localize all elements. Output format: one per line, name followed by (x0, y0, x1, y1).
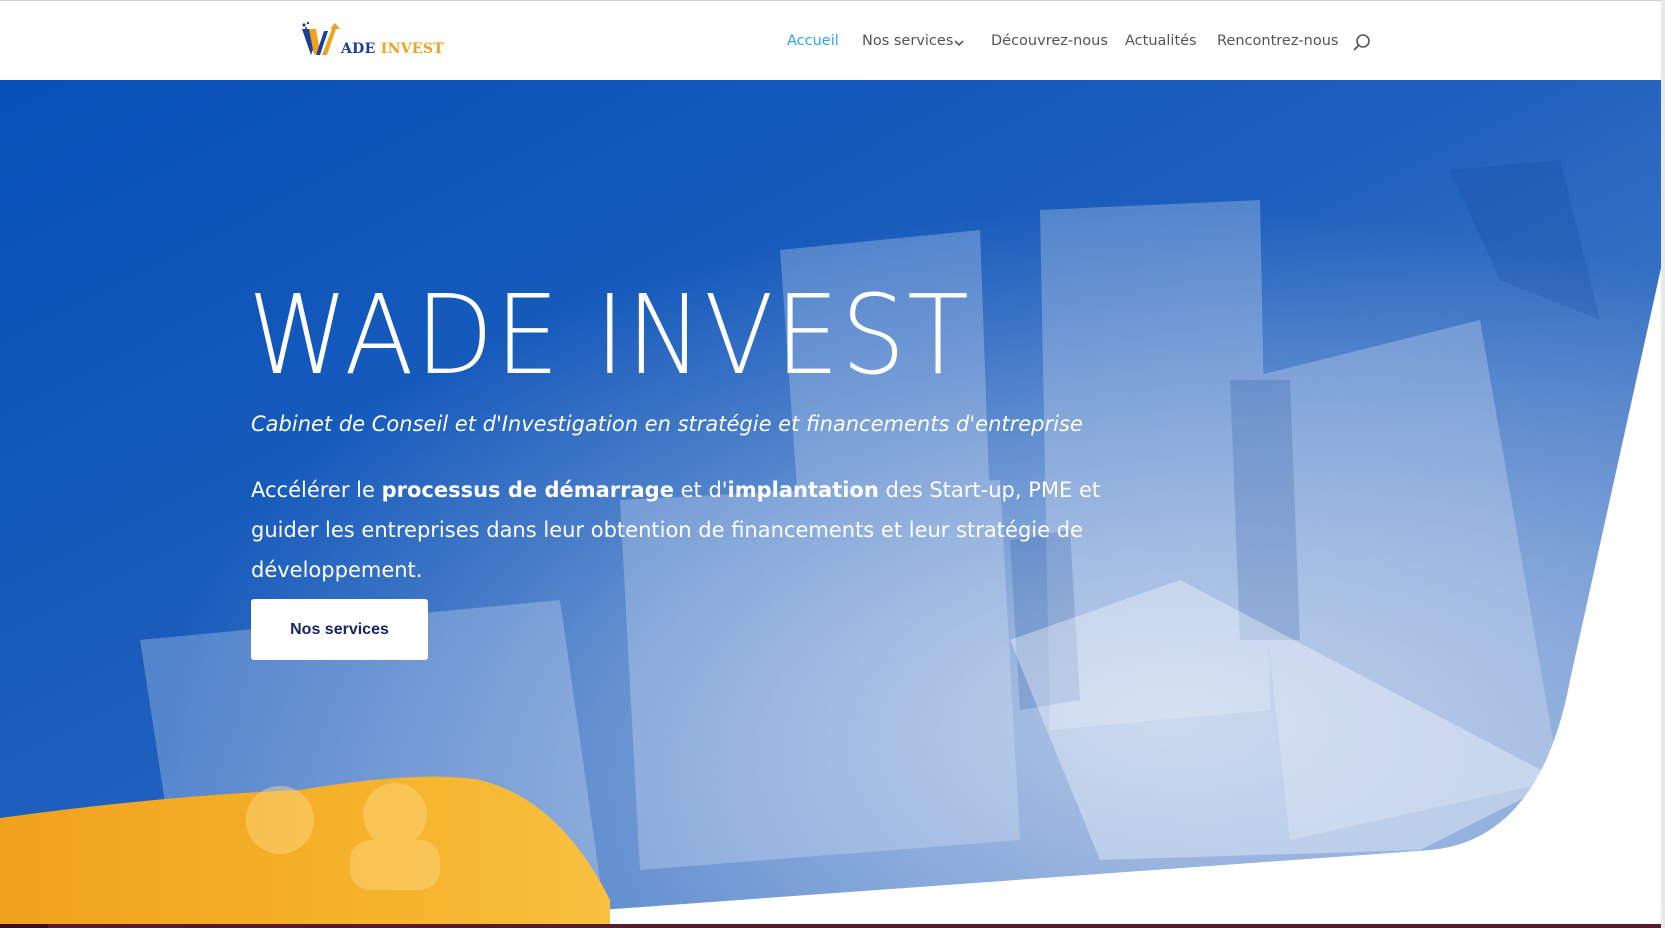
nav-item-accueil[interactable]: Accueil (787, 33, 839, 49)
nos-services-button[interactable]: Nos services (251, 599, 428, 660)
nav-item-actualites[interactable]: Actualités (1125, 33, 1197, 49)
site-logo[interactable]: ADE INVEST (300, 21, 444, 61)
site-header: ADE INVEST Accueil Nos services Découvre… (0, 0, 1665, 80)
hero-desc-part-2: et d' (673, 478, 728, 502)
hero-desc-bold-2: implantation (727, 478, 879, 502)
logo-text-ade: ADE (341, 41, 376, 57)
bottom-edge-bar (0, 924, 1665, 928)
nav-item-label: Nos services (862, 33, 954, 49)
logo-text-invest: INVEST (380, 41, 444, 57)
hero-section: WADE INVEST Cabinet de Conseil et d'Inve… (0, 80, 1665, 928)
nav-item-rencontrez-nous[interactable]: Rencontrez-nous (1217, 33, 1338, 49)
hero-description: Accélérer le processus de démarrage et d… (251, 470, 1171, 590)
search-icon[interactable] (1352, 33, 1372, 53)
nav-item-decouvrez-nous[interactable]: Découvrez-nous (991, 33, 1108, 49)
page: ADE INVEST Accueil Nos services Découvre… (0, 0, 1665, 928)
nav-item-nos-services[interactable]: Nos services (862, 33, 964, 49)
chevron-down-icon (954, 40, 964, 47)
bottom-edge-bar-left (0, 924, 48, 928)
page-scrollbar[interactable] (1661, 0, 1665, 928)
hero-desc-bold-1: processus de démarrage (381, 478, 674, 502)
hero-desc-part-1: Accélérer le (251, 478, 382, 502)
hero-title: WADE INVEST (248, 271, 971, 399)
logo-text: ADE INVEST (341, 41, 444, 57)
logo-mark-icon (302, 21, 340, 55)
hero-subtitle: Cabinet de Conseil et d'Investigation en… (251, 412, 1083, 436)
